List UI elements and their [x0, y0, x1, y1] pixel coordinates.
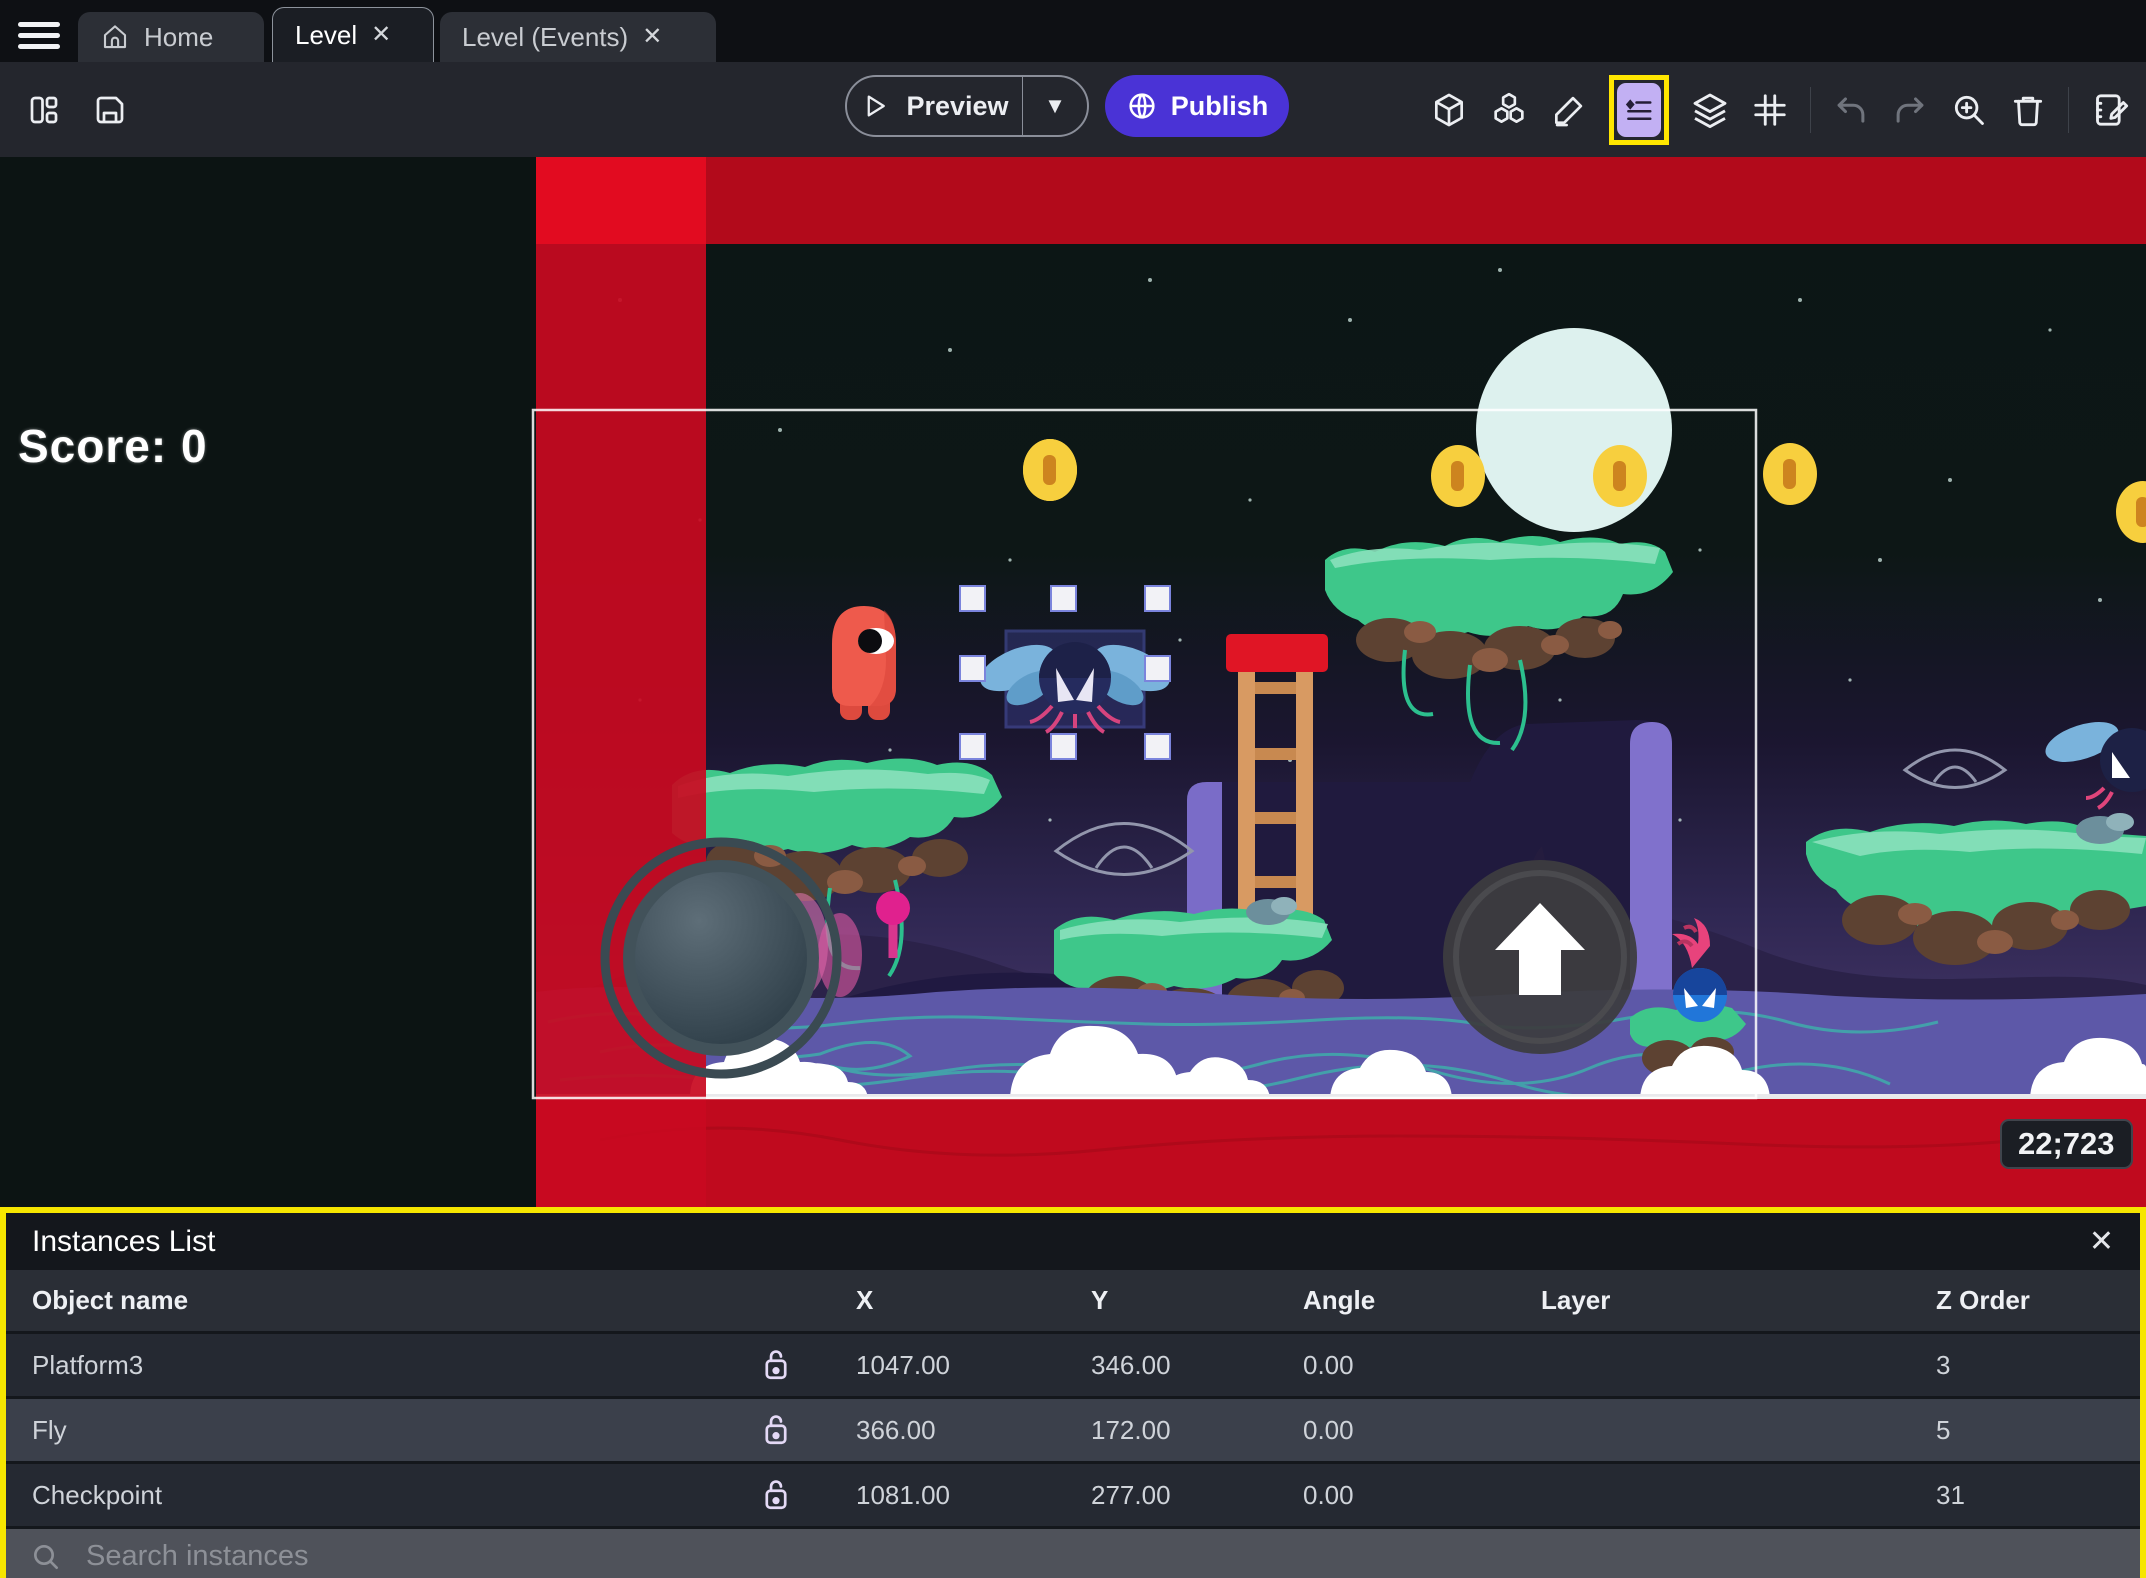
instance-name: Checkpoint	[32, 1479, 163, 1510]
cursor-coordinates-badge: 22;723	[2000, 1119, 2133, 1169]
table-row[interactable]: Checkpoint 1081.00 277.00 0.00 31	[6, 1461, 2140, 1526]
bounds-red-bottom	[536, 1099, 2146, 1207]
tab-home[interactable]: Home	[78, 12, 264, 62]
col-layer: Layer	[1541, 1285, 1611, 1315]
instance-x[interactable]: 366.00	[826, 1415, 1061, 1446]
col-x: X	[856, 1285, 874, 1315]
redo-icon[interactable]	[1891, 91, 1929, 129]
zoom-in-icon[interactable]	[1950, 91, 1988, 129]
search-bar	[6, 1526, 2140, 1578]
table-row[interactable]: Platform3 1047.00 346.00 0.00 3	[6, 1331, 2140, 1396]
search-icon	[34, 1544, 58, 1569]
menu-icon[interactable]	[18, 16, 60, 49]
play-icon	[868, 95, 886, 117]
tab-level-events[interactable]: Level (Events) ✕	[440, 12, 716, 62]
instances-list-icon[interactable]	[1617, 82, 1661, 137]
instance-angle[interactable]: 0.00	[1273, 1415, 1511, 1446]
preview-options-caret[interactable]: ▼	[1022, 77, 1087, 135]
instance-y[interactable]: 346.00	[1061, 1350, 1273, 1381]
lock-icon[interactable]	[726, 1411, 826, 1449]
coin	[1431, 445, 1485, 507]
preview-button[interactable]: Preview ▼	[845, 75, 1089, 137]
publish-button[interactable]: Publish	[1105, 75, 1289, 137]
bounds-red-corner	[536, 157, 706, 244]
tab-level-label: Level	[295, 19, 358, 50]
instance-x[interactable]: 1047.00	[826, 1350, 1061, 1381]
layers-icon[interactable]	[1690, 90, 1730, 130]
jump-button[interactable]	[1443, 860, 1637, 1054]
globe-icon	[1129, 93, 1155, 119]
instance-angle[interactable]: 0.00	[1273, 1480, 1511, 1511]
instance-y[interactable]: 277.00	[1061, 1480, 1273, 1511]
instance-angle[interactable]: 0.00	[1273, 1350, 1511, 1381]
scene-editor-canvas[interactable]: Score: 0 22;723	[0, 157, 2146, 1207]
objects-icon[interactable]	[1489, 90, 1529, 130]
grid-icon[interactable]	[1751, 91, 1789, 129]
joystick-control[interactable]	[600, 837, 842, 1079]
col-angle: Angle	[1303, 1285, 1376, 1315]
lock-icon[interactable]	[726, 1476, 826, 1514]
cube-3d-icon[interactable]	[1430, 91, 1468, 129]
toolbar-divider	[1810, 86, 1811, 133]
tab-home-label: Home	[144, 21, 214, 52]
delete-icon[interactable]	[2009, 91, 2047, 129]
gdevelop-editor-window: Home Level ✕ Level (Events) ✕ Preview ▼ …	[0, 0, 2146, 1578]
tab-bar: Home Level ✕ Level (Events) ✕	[0, 0, 2146, 62]
instances-list-panel: Instances List ✕ Object name X Y Angle L…	[0, 1207, 2146, 1578]
undo-icon[interactable]	[1832, 91, 1870, 129]
col-object-name: Object name	[32, 1285, 189, 1315]
chevron-down-icon: ▼	[1044, 93, 1066, 118]
bounds-red-top	[536, 157, 2146, 244]
score-text[interactable]: Score: 0	[18, 419, 208, 473]
instance-name: Platform3	[32, 1349, 144, 1380]
tab-level-events-label: Level (Events)	[462, 21, 629, 52]
instances-table-header: Object name X Y Angle Layer Z Order	[6, 1270, 2140, 1331]
bounds-red-left	[536, 157, 706, 1207]
close-icon[interactable]: ✕	[2089, 1224, 2114, 1259]
save-icon[interactable]	[92, 92, 128, 128]
preview-label: Preview	[906, 90, 1009, 121]
close-tab-icon[interactable]: ✕	[371, 23, 391, 47]
col-y: Y	[1091, 1285, 1109, 1315]
instance-z-order[interactable]: 3	[1906, 1350, 2140, 1381]
edit-properties-icon[interactable]	[2090, 90, 2130, 130]
home-icon	[103, 25, 127, 49]
search-input[interactable]	[84, 1539, 1888, 1574]
panel-title: Instances List	[32, 1224, 216, 1258]
instance-name: Fly	[32, 1414, 67, 1445]
panels-icon[interactable]	[26, 92, 62, 128]
toolbar-divider	[2068, 86, 2069, 133]
instance-y[interactable]: 172.00	[1061, 1415, 1273, 1446]
table-row-selected[interactable]: Fly 366.00 172.00 0.00 5	[6, 1396, 2140, 1461]
close-tab-icon[interactable]: ✕	[642, 25, 662, 49]
instance-z-order[interactable]: 31	[1906, 1480, 2140, 1511]
moon[interactable]	[1476, 328, 1672, 532]
publish-label: Publish	[1170, 90, 1269, 121]
player-character[interactable]	[832, 606, 896, 720]
coin	[1023, 439, 1077, 501]
edit-scene-icon[interactable]	[1550, 91, 1588, 129]
col-z-order: Z Order	[1936, 1285, 2030, 1315]
lock-icon[interactable]	[726, 1346, 826, 1384]
coin	[1763, 443, 1817, 505]
tab-level[interactable]: Level ✕	[272, 7, 434, 62]
toolbar: Preview ▼ Publish	[0, 62, 2146, 157]
instance-z-order[interactable]: 5	[1906, 1415, 2140, 1446]
scene-art	[531, 157, 2146, 1207]
coin	[1593, 445, 1647, 507]
instances-list-highlight	[1609, 74, 1669, 145]
instance-x[interactable]: 1081.00	[826, 1480, 1061, 1511]
